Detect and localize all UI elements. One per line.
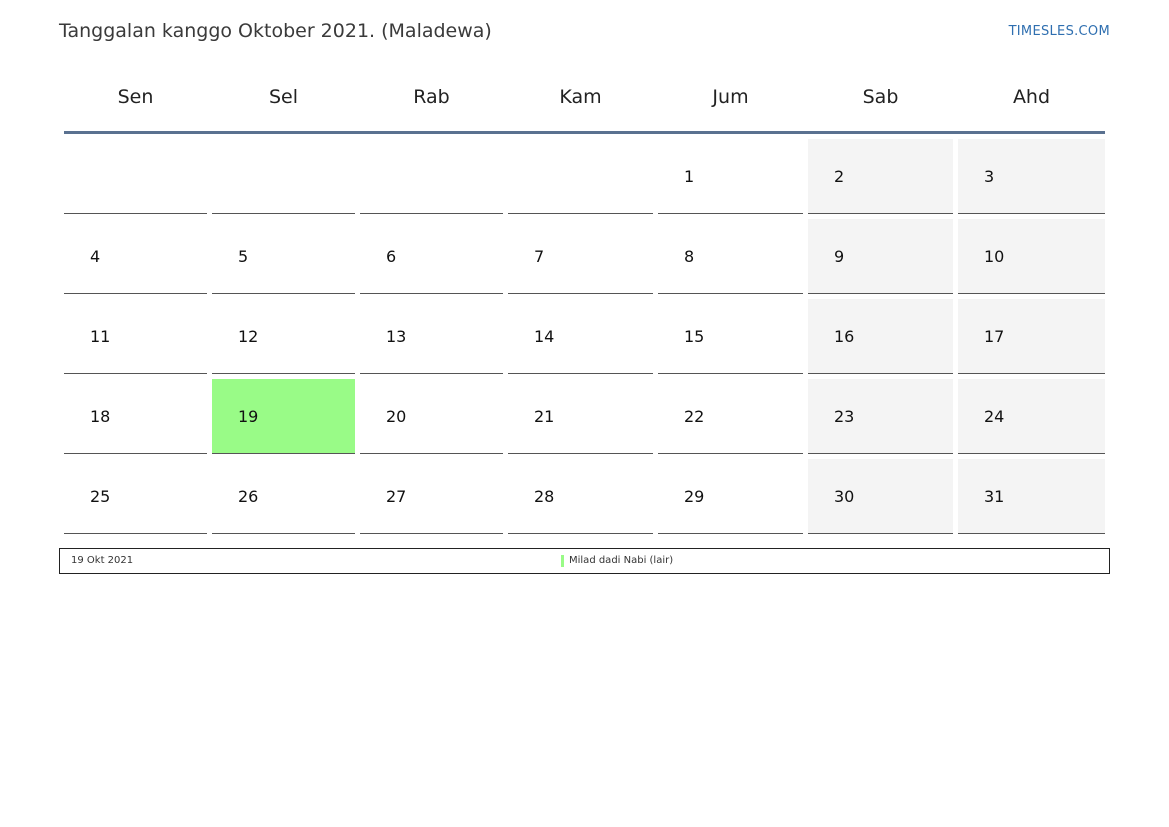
day-cell-5[interactable]: 5 [212,219,355,294]
day-number: 24 [984,407,1005,426]
holiday-legend: 19 Okt 2021 Milad dadi Nabi (lair) [59,548,1110,574]
day-cell-6[interactable]: 6 [360,219,503,294]
day-number: 17 [984,327,1005,346]
day-number: 2 [834,167,845,186]
day-number: 12 [238,327,259,346]
day-number: 4 [90,247,101,266]
weekday-sen: Sen [117,86,154,108]
day-cell-empty [64,139,207,214]
day-cell-17[interactable]: 17 [958,299,1105,374]
day-cell-19[interactable]: 19 [212,379,355,454]
day-cell-12[interactable]: 12 [212,299,355,374]
week-row: 18 19 20 21 22 23 24 [64,379,1105,454]
day-number: 20 [386,407,407,426]
day-number: 18 [90,407,111,426]
day-cell-25[interactable]: 25 [64,459,207,534]
day-cell-empty [212,139,355,214]
day-number: 21 [534,407,555,426]
weekday-header-row: Sen Sel Rab Kam Jum Sab Ahd [64,86,1105,112]
day-number: 25 [90,487,111,506]
day-number: 27 [386,487,407,506]
day-cell-11[interactable]: 11 [64,299,207,374]
day-cell-1[interactable]: 1 [658,139,803,214]
day-cell-26[interactable]: 26 [212,459,355,534]
day-number: 15 [684,327,705,346]
legend-color-swatch [561,555,564,567]
day-number: 8 [684,247,695,266]
day-cell-21[interactable]: 21 [508,379,653,454]
day-cell-4[interactable]: 4 [64,219,207,294]
day-cell-9[interactable]: 9 [808,219,953,294]
weekday-jum: Jum [712,86,749,108]
day-cell-31[interactable]: 31 [958,459,1105,534]
day-number: 13 [386,327,407,346]
site-link[interactable]: TIMESLES.COM [1009,24,1110,39]
weekday-ahd: Ahd [1012,86,1051,108]
day-cell-15[interactable]: 15 [658,299,803,374]
day-cell-24[interactable]: 24 [958,379,1105,454]
day-cell-20[interactable]: 20 [360,379,503,454]
day-cell-22[interactable]: 22 [658,379,803,454]
week-row: 11 12 13 14 15 16 17 [64,299,1105,374]
day-number: 19 [238,407,259,426]
day-number: 9 [834,247,845,266]
day-cell-13[interactable]: 13 [360,299,503,374]
day-number: 14 [534,327,555,346]
day-number: 29 [684,487,705,506]
day-number: 26 [238,487,259,506]
calendar-grid: 1 2 3 4 5 6 7 8 9 10 11 12 13 14 15 16 17 18 19 20 21 22 23 24 2… [64,139,1105,539]
day-cell-8[interactable]: 8 [658,219,803,294]
page-title: Tanggalan kanggo Oktober 2021. (Maladewa… [59,20,492,42]
day-number: 7 [534,247,545,266]
day-number: 16 [834,327,855,346]
day-cell-empty [360,139,503,214]
week-row: 4 5 6 7 8 9 10 [64,219,1105,294]
day-number: 23 [834,407,855,426]
week-row: 25 26 27 28 29 30 31 [64,459,1105,534]
weekday-rab: Rab [413,86,450,108]
weekday-kam: Kam [559,86,602,108]
legend-holiday-name: Milad dadi Nabi (lair) [569,555,674,566]
week-row: 1 2 3 [64,139,1105,214]
day-number: 3 [984,167,995,186]
day-number: 5 [238,247,249,266]
day-number: 10 [984,247,1005,266]
day-cell-27[interactable]: 27 [360,459,503,534]
day-cell-29[interactable]: 29 [658,459,803,534]
day-number: 28 [534,487,555,506]
day-number: 1 [684,167,695,186]
day-cell-14[interactable]: 14 [508,299,653,374]
day-number: 22 [684,407,705,426]
weekday-sab: Sab [862,86,899,108]
day-cell-16[interactable]: 16 [808,299,953,374]
day-number: 11 [90,327,111,346]
day-cell-30[interactable]: 30 [808,459,953,534]
day-cell-2[interactable]: 2 [808,139,953,214]
legend-date: 19 Okt 2021 [71,555,134,566]
day-cell-18[interactable]: 18 [64,379,207,454]
day-cell-7[interactable]: 7 [508,219,653,294]
day-cell-10[interactable]: 10 [958,219,1105,294]
day-number: 6 [386,247,397,266]
day-cell-23[interactable]: 23 [808,379,953,454]
header-rule [64,131,1105,134]
day-number: 31 [984,487,1005,506]
day-cell-3[interactable]: 3 [958,139,1105,214]
weekday-sel: Sel [268,86,299,108]
day-number: 30 [834,487,855,506]
day-cell-empty [508,139,653,214]
day-cell-28[interactable]: 28 [508,459,653,534]
